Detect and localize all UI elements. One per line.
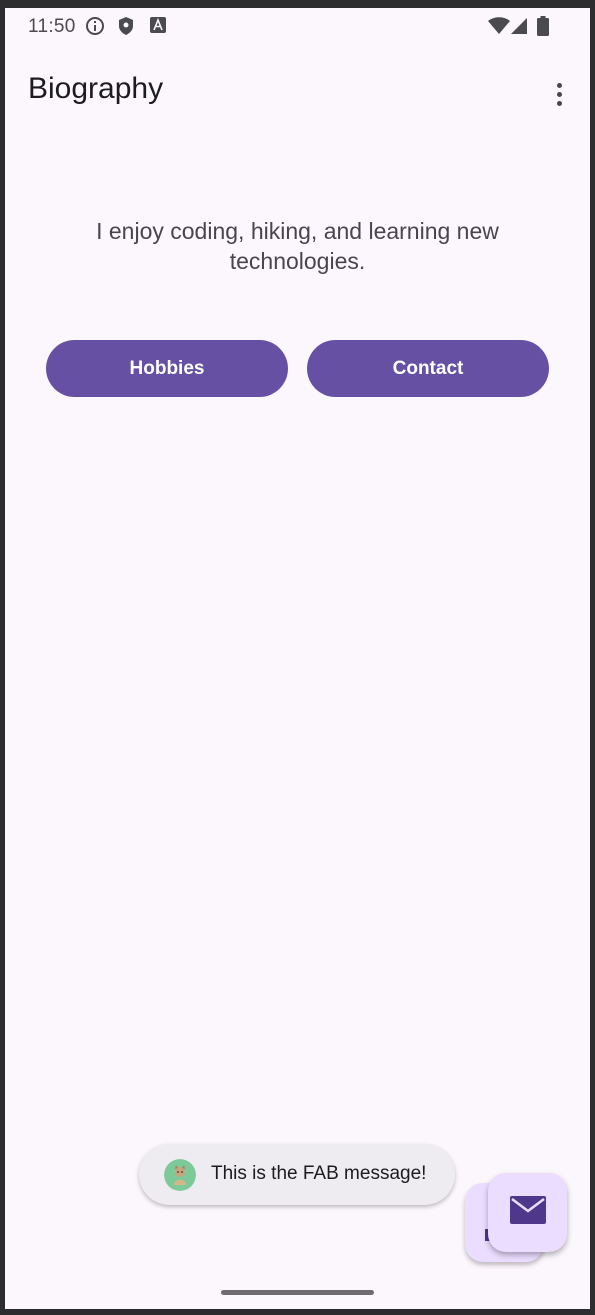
gesture-navigation-bar[interactable] — [221, 1290, 374, 1295]
info-icon — [85, 16, 105, 41]
menu-dot — [556, 91, 562, 97]
hobbies-button[interactable]: Hobbies — [46, 340, 288, 397]
toast: This is the FAB message! — [139, 1144, 455, 1205]
wifi-icon — [488, 17, 510, 40]
mail-fab[interactable] — [488, 1173, 567, 1252]
mail-icon — [509, 1196, 546, 1229]
contact-button[interactable]: Contact — [307, 340, 549, 397]
menu-dot — [556, 82, 562, 88]
app-avatar-icon — [164, 1159, 196, 1191]
status-bar: 11:50 — [5, 8, 590, 44]
device-frame: 11:50 Biography I enjoy coding, hiking, … — [0, 0, 595, 1315]
shield-icon — [116, 16, 136, 41]
more-vert-icon[interactable] — [543, 74, 575, 114]
app-screen: 11:50 Biography I enjoy coding, hiking, … — [5, 8, 590, 1309]
signal-icon — [510, 17, 528, 40]
toast-message: This is the FAB message! — [211, 1163, 427, 1184]
status-time: 11:50 — [28, 16, 76, 37]
menu-dot — [556, 100, 562, 106]
page-title: Biography — [28, 72, 164, 105]
battery-icon — [537, 16, 549, 41]
font-icon — [149, 16, 167, 39]
bio-text: I enjoy coding, hiking, and learning new… — [96, 218, 499, 274]
